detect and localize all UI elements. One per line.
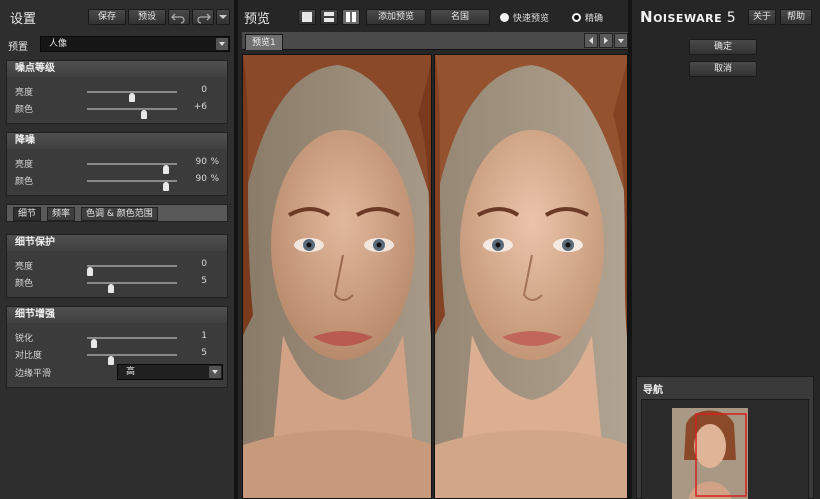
right-panel: NOISEWARE 5 关于 帮助 确定 取消 导航 (632, 0, 820, 499)
tab-frequency[interactable]: 频率 (47, 207, 76, 221)
navigator-thumbnail[interactable] (641, 399, 809, 499)
slider-value: 5 (201, 348, 207, 358)
split-vertical-icon[interactable] (342, 9, 360, 25)
noise-reduction-section: 降噪 亮度 90 % 颜色 90 % (6, 132, 228, 196)
dropdown-icon[interactable] (216, 9, 230, 25)
help-button[interactable]: 帮助 (780, 9, 812, 25)
slider-track[interactable] (87, 108, 177, 119)
add-preview-button[interactable]: 添加预览 (366, 9, 426, 25)
split-horizontal-icon[interactable] (320, 9, 338, 25)
chevron-down-icon[interactable] (209, 366, 221, 378)
slider-label: 锐化 (15, 334, 34, 344)
slider-thumb[interactable] (140, 110, 147, 119)
preview-tabstrip: 预览1 (242, 32, 628, 50)
slider-label: 颜色 (15, 177, 34, 187)
slider-row: 对比度 5 (15, 348, 223, 365)
original-button[interactable]: 名国 (430, 9, 490, 25)
precise-label: 精确 (585, 14, 604, 24)
slider-thumb[interactable] (129, 93, 135, 102)
logo-version: 5 (726, 10, 737, 26)
slider-unit: % (210, 157, 219, 167)
navigator-title: 导航 (643, 385, 663, 396)
tab-detail[interactable]: 细节 (13, 207, 42, 221)
edge-smooth-select[interactable]: 高 (117, 364, 223, 380)
noise-level-header: 噪点等级 (7, 61, 227, 77)
noise-level-section: 噪点等级 亮度 0 颜色 +6 (6, 60, 228, 124)
ok-button[interactable]: 确定 (689, 39, 757, 55)
fast-preview-label: 快速预览 (513, 14, 550, 24)
arrow-right-icon[interactable] (599, 33, 613, 48)
undo-icon[interactable] (168, 9, 190, 25)
detail-enhance-section: 细节增强 锐化 1 对比度 5 边缘平滑 高 (6, 306, 228, 388)
navigator-panel: 导航 (636, 376, 814, 499)
slider-value: 1 (201, 331, 207, 341)
cancel-button[interactable]: 取消 (689, 61, 757, 77)
slider-value: +6 (193, 102, 207, 112)
preview-original-image[interactable] (242, 54, 432, 499)
slider-unit: % (210, 174, 219, 184)
chevron-down-icon[interactable] (614, 33, 628, 48)
slider-label: 亮度 (15, 262, 34, 272)
about-button[interactable]: 关于 (748, 9, 776, 25)
slider-track[interactable] (87, 282, 177, 293)
slider-row: 颜色 5 (15, 276, 223, 293)
detail-tabs: 细节 频率 色调 & 颜色范围 (6, 204, 228, 222)
slider-row: 亮度 0 (15, 259, 223, 276)
slider-track[interactable] (87, 91, 177, 102)
slider-label: 颜色 (15, 105, 34, 115)
preview-title: 预览 (244, 12, 271, 27)
slider-label: 亮度 (15, 88, 34, 98)
slider-track[interactable] (87, 337, 177, 348)
edge-smooth-value: 高 (126, 367, 136, 377)
noise-reduction-header: 降噪 (7, 133, 227, 149)
slider-track[interactable] (87, 354, 177, 365)
slider-label: 颜色 (15, 279, 34, 289)
app-logo: NOISEWARE 5 (640, 8, 736, 26)
detail-enhance-header: 细节增强 (7, 307, 227, 323)
chevron-down-icon[interactable] (216, 38, 228, 50)
logo-wordmark: OISEWARE (653, 12, 723, 25)
slider-row: 颜色 +6 (15, 102, 223, 119)
slider-label: 亮度 (15, 160, 34, 170)
settings-panel: 设置 保存 预设 预置 人像 噪点等级 亮度 0 颜色 +6 降噪 亮度 90 … (0, 0, 234, 499)
precise-radio[interactable] (572, 13, 581, 22)
logo-initial: N (640, 8, 654, 26)
detail-protection-section: 细节保护 亮度 0 颜色 5 (6, 234, 228, 298)
slider-thumb[interactable] (108, 356, 114, 365)
preset-button[interactable]: 预设 (128, 9, 166, 25)
preview-processed-image[interactable] (434, 54, 628, 499)
slider-row: 亮度 0 (15, 85, 223, 102)
preview-panel: 预览 添加预览 名国 快速预览 精确 预览1 (238, 0, 628, 499)
preset-label: 预置 (8, 42, 28, 53)
tab-tone-color-range[interactable]: 色调 & 颜色范围 (81, 207, 158, 221)
single-view-icon[interactable] (298, 9, 316, 25)
slider-value: 90 (195, 174, 207, 184)
slider-row: 亮度 90 % (15, 157, 223, 174)
slider-thumb[interactable] (162, 182, 169, 191)
preset-select-value: 人像 (49, 39, 68, 49)
tab-preview-1[interactable]: 预览1 (245, 34, 283, 50)
slider-track[interactable] (87, 163, 177, 174)
arrow-left-icon[interactable] (584, 33, 598, 48)
settings-title: 设置 (10, 12, 37, 27)
slider-track[interactable] (87, 265, 177, 276)
slider-row: 锐化 1 (15, 331, 223, 348)
slider-track[interactable] (87, 180, 177, 191)
edge-smooth-label: 边缘平滑 (15, 369, 52, 379)
detail-protection-header: 细节保护 (7, 235, 227, 251)
slider-label: 对比度 (15, 351, 43, 361)
slider-value: 90 (195, 157, 207, 167)
slider-value: 0 (201, 259, 207, 269)
slider-thumb[interactable] (87, 267, 93, 276)
slider-thumb[interactable] (91, 339, 98, 348)
save-button[interactable]: 保存 (88, 9, 126, 25)
slider-row: 颜色 90 % (15, 174, 223, 191)
slider-value: 0 (201, 85, 207, 95)
preset-select[interactable]: 人像 (40, 36, 230, 52)
slider-thumb[interactable] (162, 165, 169, 174)
redo-icon[interactable] (192, 9, 214, 25)
fast-preview-radio[interactable] (500, 13, 509, 22)
slider-value: 5 (201, 276, 207, 286)
slider-thumb[interactable] (108, 284, 114, 293)
